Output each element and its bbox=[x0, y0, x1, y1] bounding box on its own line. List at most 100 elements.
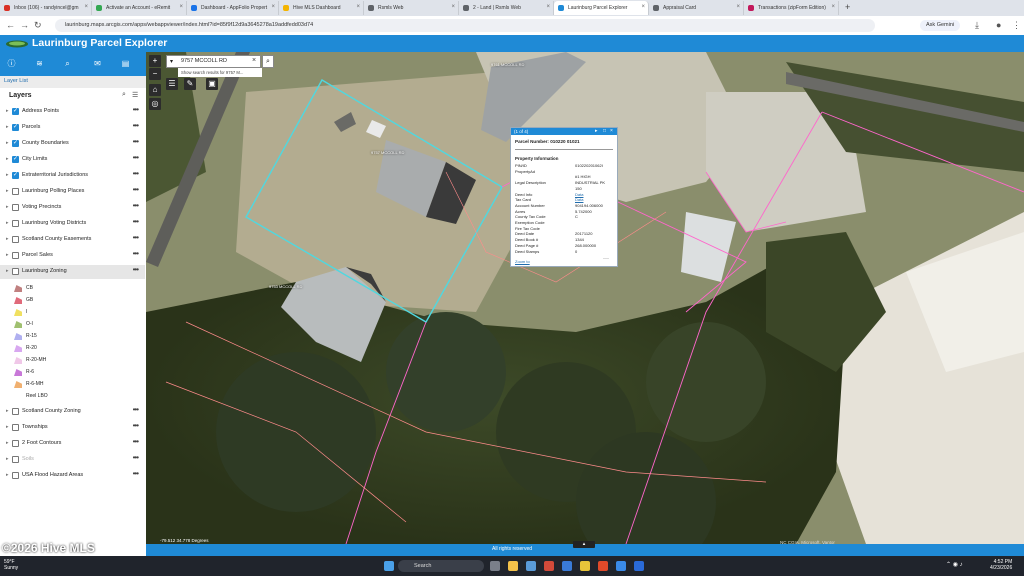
menu-icon[interactable]: ⋮ bbox=[1012, 20, 1021, 31]
store-icon[interactable] bbox=[562, 561, 572, 571]
clock[interactable]: 4:52 PM 4/23/2026 bbox=[990, 559, 1012, 571]
tab-close-icon[interactable]: × bbox=[451, 4, 455, 10]
folder-icon[interactable] bbox=[580, 561, 590, 571]
expand-icon[interactable]: ▸ bbox=[6, 408, 9, 414]
layer-options-icon[interactable]: ••• bbox=[133, 201, 139, 210]
expand-icon[interactable]: ▸ bbox=[6, 140, 9, 146]
layer-options-icon[interactable]: ••• bbox=[133, 453, 139, 462]
task-view-icon[interactable] bbox=[490, 561, 500, 571]
expand-icon[interactable]: ▸ bbox=[6, 424, 9, 430]
locate-icon[interactable]: ◎ bbox=[149, 98, 161, 110]
browser-tab[interactable]: Activate an Account - eRemit × bbox=[92, 1, 187, 15]
layer-options-icon[interactable]: ••• bbox=[133, 249, 139, 258]
tab-close-icon[interactable]: × bbox=[179, 4, 183, 10]
layer-checkbox[interactable] bbox=[12, 107, 19, 115]
search-icon[interactable]: ⌕ bbox=[62, 58, 73, 69]
layer-options-icon[interactable]: ••• bbox=[133, 217, 139, 226]
print-icon[interactable]: ▤ bbox=[120, 58, 131, 69]
expand-icon[interactable]: ▸ bbox=[6, 472, 9, 478]
layer-row[interactable]: ▸ Address Points ••• bbox=[0, 105, 145, 119]
layer-options-icon[interactable]: ••• bbox=[133, 153, 139, 162]
popup-close-icon[interactable]: × bbox=[610, 128, 613, 135]
layer-checkbox[interactable] bbox=[12, 408, 19, 415]
browser-tab[interactable]: Appraisal Card × bbox=[649, 1, 744, 15]
edge-icon[interactable] bbox=[526, 561, 536, 571]
layer-checkbox[interactable] bbox=[12, 188, 19, 195]
layer-options-icon[interactable]: ••• bbox=[133, 469, 139, 478]
ask-gemini-button[interactable]: Ask Gemini bbox=[920, 20, 961, 31]
expand-icon[interactable]: ▸ bbox=[6, 172, 9, 178]
layer-options-icon[interactable]: ••• bbox=[133, 421, 139, 430]
expand-icon[interactable]: ▸ bbox=[6, 440, 9, 446]
tab-close-icon[interactable]: × bbox=[831, 4, 835, 10]
layer-row[interactable]: ▸ 2 Foot Contours ••• bbox=[0, 437, 145, 451]
layer-row[interactable]: ▸ Townships ••• bbox=[0, 421, 145, 435]
expand-icon[interactable]: ▸ bbox=[6, 268, 9, 274]
download-icon[interactable]: ⤓ bbox=[975, 20, 979, 31]
expand-icon[interactable]: ▸ bbox=[6, 204, 9, 210]
layer-options-icon[interactable]: ••• bbox=[133, 105, 139, 114]
profile-avatar[interactable]: ● bbox=[996, 20, 1001, 30]
email-icon[interactable]: ✉ bbox=[92, 58, 103, 69]
layer-checkbox[interactable] bbox=[12, 440, 19, 447]
reload-icon[interactable]: ↻ bbox=[34, 20, 42, 31]
system-tray-icons[interactable]: ⌃ ◉ ♪ bbox=[946, 561, 963, 568]
layer-options-icon[interactable]: ••• bbox=[133, 137, 139, 146]
zoom-out-button[interactable]: − bbox=[149, 68, 161, 80]
tab-close-icon[interactable]: × bbox=[546, 4, 550, 10]
layer-checkbox[interactable] bbox=[12, 139, 19, 147]
layer-row[interactable]: ▸ USA Flood Hazard Areas ••• bbox=[0, 469, 145, 483]
app-icon[interactable] bbox=[616, 561, 626, 571]
search-field[interactable]: ▾ 9757 MCCOLL RD × bbox=[166, 55, 261, 68]
taskbar-search[interactable]: Search bbox=[398, 560, 484, 572]
browser-tab[interactable]: Hive MLS Dashboard × bbox=[279, 1, 364, 15]
search-source-chevron-icon[interactable]: ▾ bbox=[170, 58, 173, 65]
forward-icon[interactable]: → bbox=[20, 20, 29, 30]
layer-checkbox[interactable] bbox=[12, 171, 19, 179]
field-link[interactable]: Data bbox=[575, 197, 583, 202]
browser-tab[interactable]: Inbox (106) - randyincel@gm × bbox=[0, 1, 92, 15]
layer-row[interactable]: ▸ Parcel Sales ••• bbox=[0, 249, 145, 263]
list-icon[interactable]: ☰ bbox=[166, 78, 178, 90]
browser-tab[interactable]: Laurinburg Parcel Explorer × bbox=[554, 1, 649, 15]
layer-list-tab[interactable]: Layer List bbox=[4, 78, 28, 84]
weather-widget[interactable]: 59°F Sunny bbox=[4, 559, 18, 571]
zoom-in-button[interactable]: + bbox=[149, 55, 161, 67]
layer-options-icon[interactable]: ••• bbox=[133, 185, 139, 194]
tab-close-icon[interactable]: × bbox=[271, 4, 275, 10]
expand-icon[interactable]: ▸ bbox=[6, 156, 9, 162]
measure-icon[interactable]: ✎ bbox=[184, 78, 196, 90]
tab-close-icon[interactable]: × bbox=[641, 4, 645, 10]
expand-icon[interactable]: ▸ bbox=[6, 236, 9, 242]
layer-options-icon[interactable]: ••• bbox=[133, 405, 139, 414]
layer-row[interactable]: ▸ City Limits ••• bbox=[0, 153, 145, 167]
expand-icon[interactable]: ▸ bbox=[6, 456, 9, 462]
tab-close-icon[interactable]: × bbox=[84, 4, 88, 10]
start-icon[interactable] bbox=[384, 561, 394, 571]
info-icon[interactable]: ⓘ bbox=[6, 58, 17, 69]
layer-options-icon[interactable]: ••• bbox=[133, 169, 139, 178]
layer-checkbox[interactable] bbox=[12, 424, 19, 431]
search-suggestion[interactable]: Show search results for 9757 M... bbox=[178, 68, 262, 77]
expand-icon[interactable]: ▸ bbox=[6, 108, 9, 114]
layers-icon[interactable]: ≋ bbox=[34, 58, 45, 69]
layer-row[interactable]: ▸ Laurinburg Voting Districts ••• bbox=[0, 217, 145, 231]
word-icon[interactable] bbox=[634, 561, 644, 571]
layer-row[interactable]: ▸ Voting Precincts ••• bbox=[0, 201, 145, 215]
collapse-panel-button[interactable]: ▴ bbox=[573, 541, 595, 548]
layer-options-icon[interactable]: ••• bbox=[133, 437, 139, 446]
office-icon[interactable] bbox=[544, 561, 554, 571]
layer-options-icon[interactable]: ••• bbox=[133, 265, 139, 274]
layer-row[interactable]: ▸ Laurinburg Polling Places ••• bbox=[0, 185, 145, 199]
tab-close-icon[interactable]: × bbox=[736, 4, 740, 10]
popup-next-icon[interactable]: ▸ bbox=[595, 128, 598, 135]
expand-icon[interactable]: ▸ bbox=[6, 252, 9, 258]
expand-icon[interactable]: ▸ bbox=[6, 188, 9, 194]
layer-checkbox[interactable] bbox=[12, 236, 19, 243]
expand-icon[interactable]: ▸ bbox=[6, 220, 9, 226]
file-explorer-icon[interactable] bbox=[508, 561, 518, 571]
popup-more-icon[interactable]: ··· bbox=[603, 256, 609, 262]
map-view[interactable]: 9761 MCCOLL RD 9757 MCCOLL RD 9753 MCCOL… bbox=[146, 52, 1024, 544]
layer-row[interactable]: ▸ Soils ••• bbox=[0, 453, 145, 467]
new-tab-icon[interactable]: + bbox=[845, 2, 850, 12]
